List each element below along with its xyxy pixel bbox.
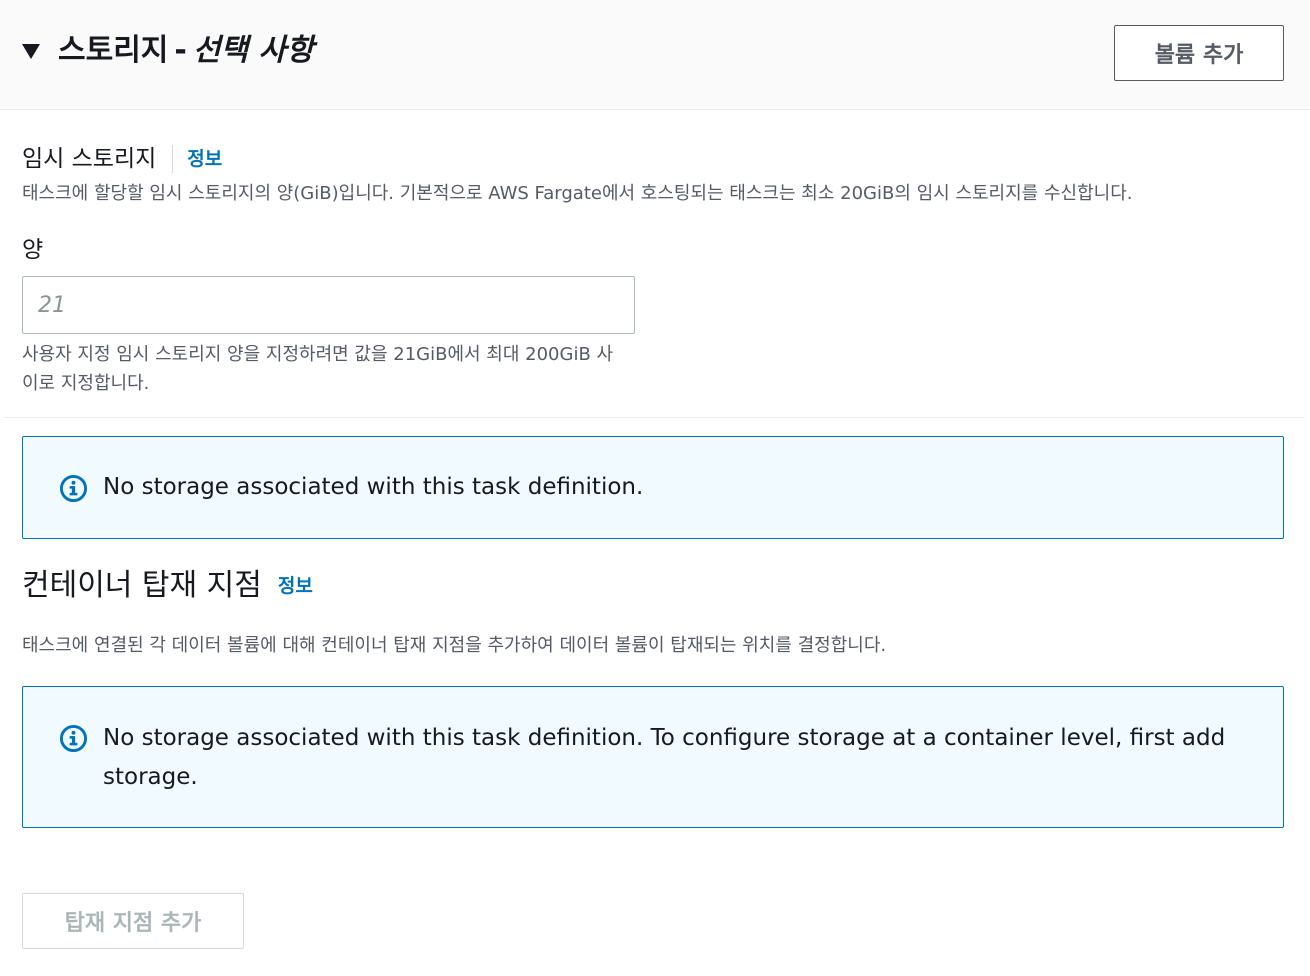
info-icon: [59, 474, 88, 503]
ephemeral-storage-label-row: 임시 스토리지 정보: [22, 142, 222, 176]
mount-points-description: 태스크에 연결된 각 데이터 볼륨에 대해 컨테이너 탑재 지점을 추가하여 데…: [22, 635, 887, 656]
mount-points-alert: No storage associated with this task def…: [22, 686, 1284, 828]
section-divider: [4, 417, 1304, 418]
info-icon: [59, 724, 88, 753]
no-storage-alert: No storage associated with this task def…: [22, 436, 1284, 539]
mount-points-title-row: 컨테이너 탑재 지점 정보: [22, 564, 313, 608]
mount-points-info-link[interactable]: 정보: [278, 564, 313, 608]
add-mount-point-button[interactable]: 탑재 지점 추가: [22, 893, 244, 949]
section-title-main: 스토리지: [58, 33, 169, 68]
section-title-separator: -: [174, 33, 187, 68]
amount-constraint-text: 사용자 지정 임시 스토리지 양을 지정하려면 값을 21GiB에서 최대 20…: [22, 344, 614, 394]
amount-label: 양: [22, 237, 44, 263]
collapse-caret-icon[interactable]: [22, 44, 40, 59]
add-volume-button[interactable]: 볼륨 추가: [1114, 25, 1284, 81]
section-title: 스토리지 - 선택 사항: [58, 30, 314, 72]
mount-points-title: 컨테이너 탑재 지점: [22, 568, 262, 603]
ephemeral-storage-label: 임시 스토리지: [22, 146, 157, 172]
ephemeral-storage-description: 태스크에 할당할 임시 스토리지의 양(GiB)입니다. 기본적으로 AWS F…: [22, 183, 1133, 204]
mount-points-alert-text: No storage associated with this task def…: [103, 725, 1226, 790]
section-title-optional: 선택 사항: [192, 33, 314, 68]
info-divider: [172, 145, 174, 173]
storage-section-header: 스토리지 - 선택 사항 볼륨 추가: [0, 0, 1310, 110]
amount-input[interactable]: [22, 276, 635, 334]
ephemeral-storage-info-link[interactable]: 정보: [187, 142, 222, 176]
no-storage-alert-text: No storage associated with this task def…: [103, 474, 644, 500]
